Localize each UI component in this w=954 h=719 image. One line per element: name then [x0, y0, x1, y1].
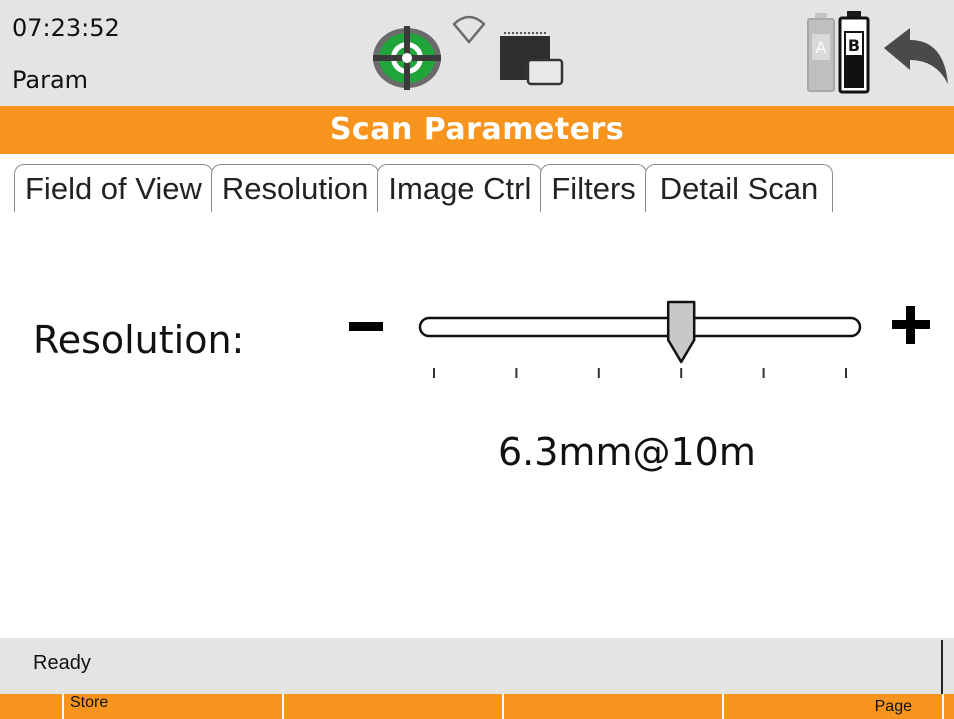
resolution-value: 6.3mm@10m	[498, 430, 756, 474]
slider-track[interactable]	[418, 316, 862, 338]
tab-resolution[interactable]: Resolution	[210, 164, 380, 212]
tab-bar: Field of View Resolution Image Ctrl Filt…	[14, 162, 834, 212]
resolution-slider[interactable]	[416, 296, 866, 396]
battery-b-icon: B	[838, 11, 870, 94]
battery-a-label: A	[816, 38, 827, 57]
mode-label: Param	[12, 66, 89, 94]
softkey-2[interactable]	[284, 694, 502, 719]
plus-icon[interactable]	[888, 302, 934, 348]
status-bar	[0, 638, 954, 694]
wifi-icon	[452, 15, 486, 44]
status-text: Ready	[33, 652, 91, 674]
battery-b-label: B	[848, 36, 860, 55]
clock-time: 07:23:52	[12, 14, 120, 42]
tab-detail-scan[interactable]: Detail Scan	[644, 164, 834, 212]
softkey-separator	[942, 694, 944, 719]
tab-filters[interactable]: Filters	[540, 164, 647, 212]
tab-field-of-view[interactable]: Field of View	[14, 164, 213, 212]
sd-card-icon	[500, 32, 564, 86]
softkey-store[interactable]: Store	[64, 694, 282, 719]
minus-icon[interactable]	[345, 302, 387, 348]
status-divider	[941, 640, 943, 694]
softkey-3[interactable]	[504, 694, 722, 719]
battery-a-icon: A	[807, 13, 835, 92]
softkey-bar: Store Page	[0, 694, 954, 719]
tab-image-ctrl[interactable]: Image Ctrl	[377, 164, 543, 212]
header-bar: 07:23:52 Param A B	[0, 0, 954, 106]
softkey-page[interactable]: Page	[724, 694, 942, 719]
level-icon[interactable]	[368, 20, 446, 90]
slider-ticks	[433, 368, 847, 378]
back-arrow-icon[interactable]	[880, 26, 952, 88]
page-title: Scan Parameters	[0, 106, 954, 154]
resolution-label: Resolution:	[33, 318, 245, 362]
slider-thumb[interactable]	[666, 300, 696, 364]
